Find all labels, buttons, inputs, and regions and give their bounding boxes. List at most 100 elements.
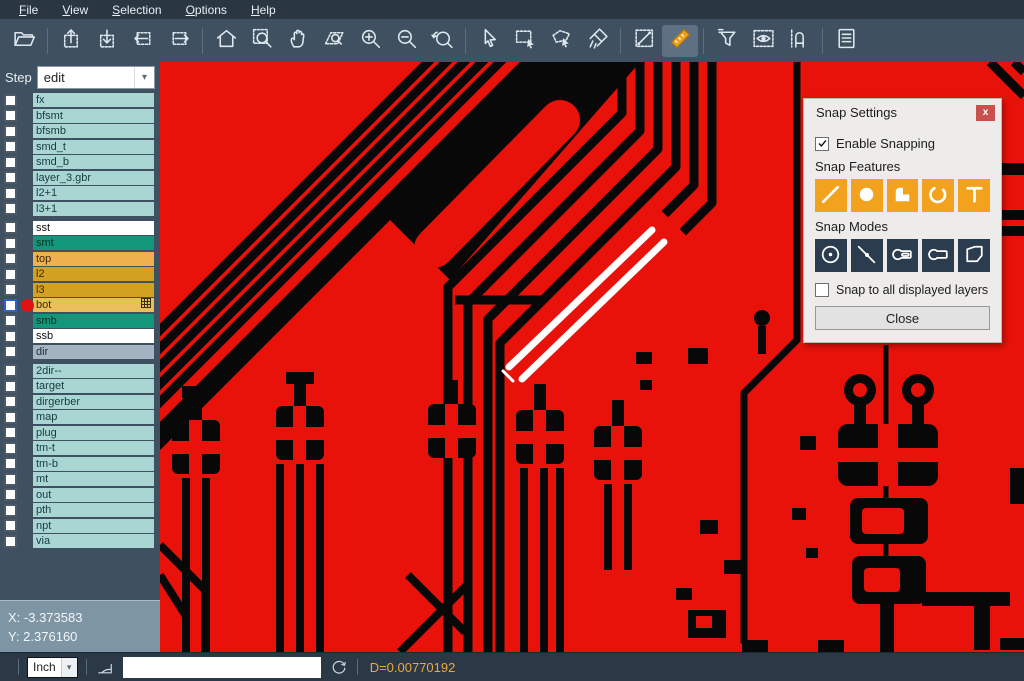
zoom-window-button[interactable] xyxy=(244,25,280,57)
layer-row-l2[interactable]: l2 xyxy=(0,267,160,281)
layer-label[interactable]: out xyxy=(33,488,154,502)
filter-button[interactable] xyxy=(709,25,745,57)
layer-row-2dir--[interactable]: 2dir-- xyxy=(0,364,160,378)
layer-row-l3[interactable]: l3 xyxy=(0,283,160,297)
layer-row-fx[interactable]: fx xyxy=(0,93,160,107)
select-cursor-button[interactable] xyxy=(471,25,507,57)
layer-row-top[interactable]: top xyxy=(0,252,160,266)
all-layers-row[interactable]: Snap to all displayed layers xyxy=(815,283,990,297)
snap-feature-arc-button[interactable] xyxy=(922,179,954,212)
layer-label[interactable]: map xyxy=(33,410,154,424)
layer-visibility-checkbox[interactable] xyxy=(4,364,17,377)
layer-label[interactable]: sst xyxy=(33,221,154,235)
zoom-previous-button[interactable] xyxy=(424,25,460,57)
measure-button[interactable] xyxy=(626,25,662,57)
command-input[interactable] xyxy=(123,657,321,678)
layer-label[interactable]: tm-t xyxy=(33,441,154,455)
layer-visibility-checkbox[interactable] xyxy=(4,519,17,532)
layer-label[interactable]: smt xyxy=(33,236,154,250)
layer-visibility-checkbox[interactable] xyxy=(4,395,17,408)
snap-mode-point-button[interactable] xyxy=(851,239,883,272)
snap-mode-center-button[interactable] xyxy=(815,239,847,272)
layer-row-tm-b[interactable]: tm-b xyxy=(0,457,160,471)
angle-icon[interactable] xyxy=(95,657,115,677)
layer-label[interactable]: dirgerber xyxy=(33,395,154,409)
layer-visibility-checkbox[interactable] xyxy=(4,345,17,358)
layer-row-npt[interactable]: npt xyxy=(0,519,160,533)
layer-label[interactable]: smd_b xyxy=(33,155,154,169)
clean-brush-button[interactable] xyxy=(579,25,615,57)
menu-selection[interactable]: Selection xyxy=(101,2,172,18)
snap-mode-slot-end-button[interactable] xyxy=(887,239,919,272)
layer-label[interactable]: tm-b xyxy=(33,457,154,471)
layer-label[interactable]: 2dir-- xyxy=(33,364,154,378)
layer-visibility-checkbox[interactable] xyxy=(4,426,17,439)
layer-label[interactable]: pth xyxy=(33,503,154,517)
layer-row-dir[interactable]: dir xyxy=(0,345,160,359)
layer-row-bot[interactable]: bot xyxy=(0,298,160,312)
open-button[interactable] xyxy=(6,25,42,57)
layer-row-dirgerber[interactable]: dirgerber xyxy=(0,395,160,409)
layer-visibility-checkbox[interactable] xyxy=(4,330,17,343)
pan-up-button[interactable] xyxy=(53,25,89,57)
layer-row-smb[interactable]: smb xyxy=(0,314,160,328)
menu-view[interactable]: View xyxy=(51,2,99,18)
menu-help[interactable]: Help xyxy=(240,2,287,18)
layer-row-smd_t[interactable]: smd_t xyxy=(0,140,160,154)
layer-visibility-checkbox[interactable] xyxy=(4,380,17,393)
chevron-down-icon[interactable]: ▾ xyxy=(134,67,154,88)
snap-feature-surface-button[interactable] xyxy=(887,179,919,212)
snap-mode-corner-button[interactable] xyxy=(958,239,990,272)
enable-snapping-checkbox[interactable] xyxy=(815,137,829,151)
pan-down-button[interactable] xyxy=(89,25,125,57)
zoom-out-button[interactable] xyxy=(388,25,424,57)
step-dropdown[interactable]: edit ▾ xyxy=(37,66,155,89)
enable-snapping-row[interactable]: Enable Snapping xyxy=(815,136,990,151)
layer-visibility-checkbox[interactable] xyxy=(4,109,17,122)
layer-row-l2+1[interactable]: l2+1 xyxy=(0,186,160,200)
snap-feature-line-button[interactable] xyxy=(815,179,847,212)
zoom-area-button[interactable] xyxy=(316,25,352,57)
view-options-button[interactable] xyxy=(745,25,781,57)
layer-visibility-checkbox[interactable] xyxy=(4,140,17,153)
dialog-title-bar[interactable]: Snap Settings x xyxy=(804,99,1001,126)
layer-visibility-checkbox[interactable] xyxy=(4,473,17,486)
layer-label[interactable]: smd_t xyxy=(33,140,154,154)
layer-label[interactable]: l3 xyxy=(33,283,154,297)
layer-visibility-checkbox[interactable] xyxy=(4,314,17,327)
layer-visibility-checkbox[interactable] xyxy=(4,156,17,169)
layer-label[interactable]: bot xyxy=(33,298,154,312)
menu-file[interactable]: File xyxy=(8,2,49,18)
layer-label[interactable]: l2+1 xyxy=(33,186,154,200)
layer-visibility-checkbox[interactable] xyxy=(4,411,17,424)
home-button[interactable] xyxy=(208,25,244,57)
layer-row-l3+1[interactable]: l3+1 xyxy=(0,202,160,216)
layer-label[interactable]: smb xyxy=(33,314,154,328)
refresh-icon[interactable] xyxy=(329,657,349,677)
layer-visibility-checkbox[interactable] xyxy=(4,125,17,138)
layer-visibility-checkbox[interactable] xyxy=(4,535,17,548)
snap-button[interactable] xyxy=(781,25,817,57)
layer-row-pth[interactable]: pth xyxy=(0,503,160,517)
layer-row-out[interactable]: out xyxy=(0,488,160,502)
menu-options[interactable]: Options xyxy=(175,2,238,18)
layer-label[interactable]: ssb xyxy=(33,329,154,343)
layer-row-layer_3.gbr[interactable]: layer_3.gbr xyxy=(0,171,160,185)
zoom-in-button[interactable] xyxy=(352,25,388,57)
layer-label[interactable]: npt xyxy=(33,519,154,533)
layer-visibility-checkbox[interactable] xyxy=(4,488,17,501)
snap-feature-pad-button[interactable] xyxy=(851,179,883,212)
layer-visibility-checkbox[interactable] xyxy=(4,457,17,470)
layer-label[interactable]: bfsmt xyxy=(33,109,154,123)
layer-visibility-checkbox[interactable] xyxy=(4,202,17,215)
layer-row-smd_b[interactable]: smd_b xyxy=(0,155,160,169)
layer-visibility-checkbox[interactable] xyxy=(4,187,17,200)
select-polygon-button[interactable] xyxy=(543,25,579,57)
close-icon[interactable]: x xyxy=(976,105,995,121)
snap-feature-text-button[interactable] xyxy=(958,179,990,212)
layer-visibility-checkbox[interactable] xyxy=(4,252,17,265)
layer-row-map[interactable]: map xyxy=(0,410,160,424)
layer-row-target[interactable]: target xyxy=(0,379,160,393)
layer-visibility-checkbox[interactable] xyxy=(4,283,17,296)
ruler-button[interactable] xyxy=(662,25,698,57)
